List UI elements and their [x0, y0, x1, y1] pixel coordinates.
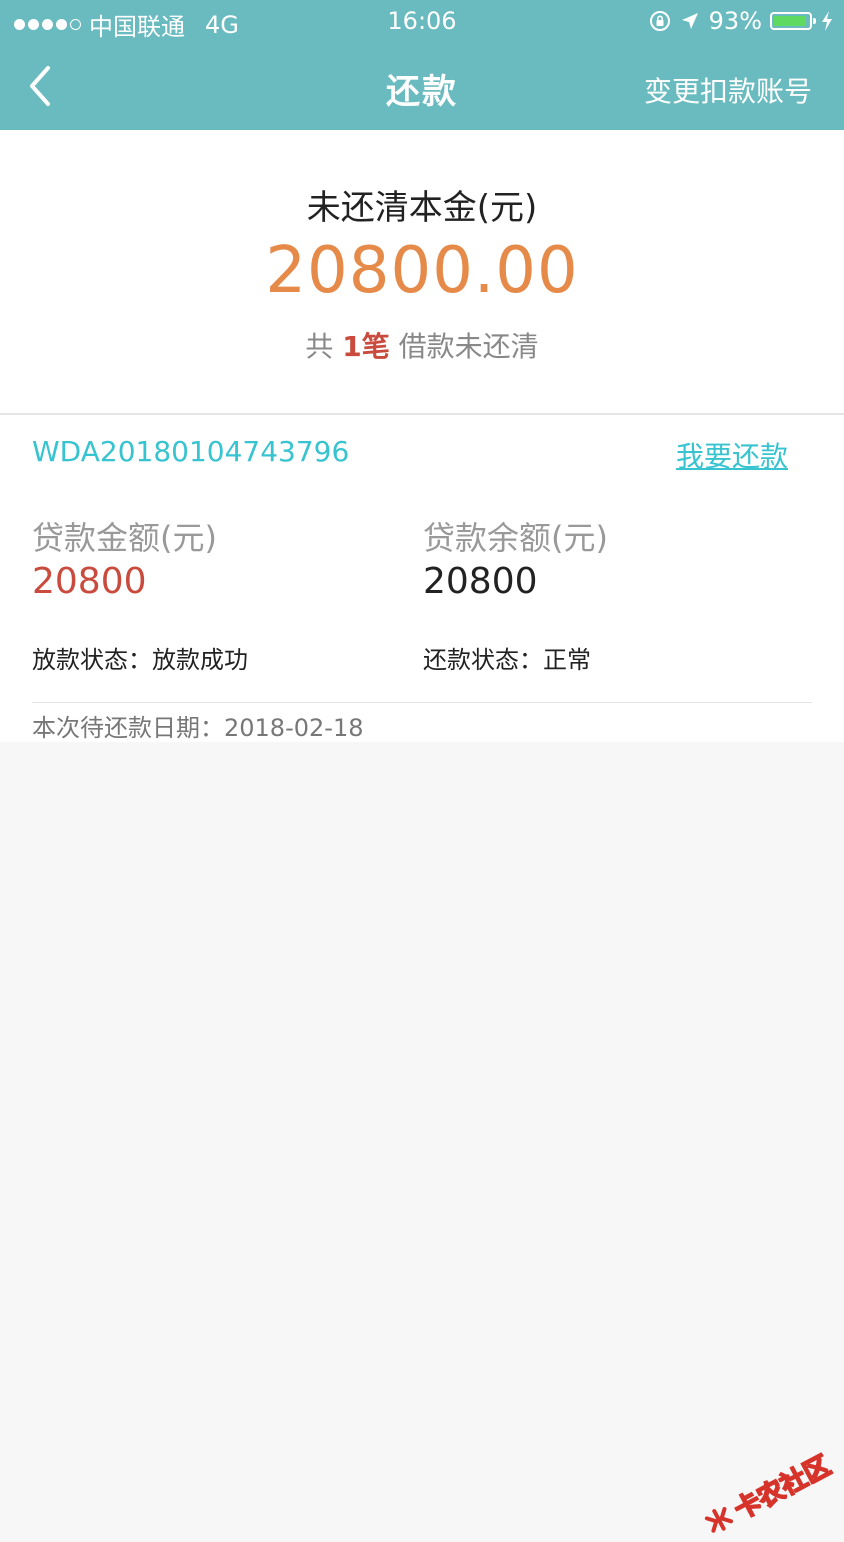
battery-level-fill: [774, 16, 806, 26]
due-date: 本次待还款日期：2018-02-18: [32, 708, 363, 743]
change-deduction-account-button[interactable]: 变更扣款账号: [644, 70, 812, 110]
loan-amount-value: 20800: [32, 561, 147, 602]
watermark: 卡农社区: [699, 1445, 836, 1542]
repay-button[interactable]: 我要还款: [676, 435, 788, 475]
charging-bolt-icon: [822, 11, 832, 31]
top-bar: 中国联通 4G 16:06 93% 还款 变更扣款账号: [0, 0, 844, 130]
card-divider: [32, 702, 812, 703]
outstanding-principal-label: 未还清本金(元): [306, 188, 538, 228]
repay-status: 还款状态：正常: [423, 640, 591, 675]
loan-balance-label: 贷款余额(元): [423, 519, 608, 557]
loan-id: WDA20180104743796: [32, 435, 350, 468]
outstanding-summary: 未还清本金(元) 20800.00 共 1笔 借款未还清: [0, 130, 844, 413]
disburse-status-value: 放款成功: [152, 646, 248, 674]
outstanding-loan-count: 共 1笔 借款未还清: [0, 325, 844, 365]
watermark-logo-icon: [704, 1506, 733, 1533]
watermark-text: 卡农社区: [729, 1450, 836, 1527]
loan-balance-value: 20800: [423, 561, 538, 602]
battery-icon: [770, 12, 816, 30]
due-date-value: 2018-02-18: [224, 714, 364, 742]
outstanding-principal-amount: 20800.00: [265, 234, 579, 308]
nav-bar: 还款 变更扣款账号: [0, 42, 844, 130]
loan-card: WDA20180104743796 我要还款 贷款金额(元) 20800 贷款余…: [0, 415, 844, 742]
due-date-label: 本次待还款日期：: [32, 714, 224, 742]
count-value: 1笔: [342, 330, 390, 363]
count-suffix: 借款未还清: [398, 330, 539, 363]
disburse-status-label: 放款状态：: [32, 646, 152, 674]
battery-percent: 93%: [708, 7, 762, 35]
status-bar: 中国联通 4G 16:06 93%: [0, 0, 844, 42]
loan-amount-label: 贷款金额(元): [32, 519, 217, 557]
orientation-lock-icon: [649, 11, 670, 31]
repay-status-label: 还款状态：: [423, 646, 543, 674]
location-arrow-icon: [681, 13, 698, 29]
repay-status-value: 正常: [543, 646, 591, 674]
count-prefix: 共: [305, 330, 334, 363]
disburse-status: 放款状态：放款成功: [32, 640, 248, 675]
status-right: 93%: [649, 7, 834, 35]
